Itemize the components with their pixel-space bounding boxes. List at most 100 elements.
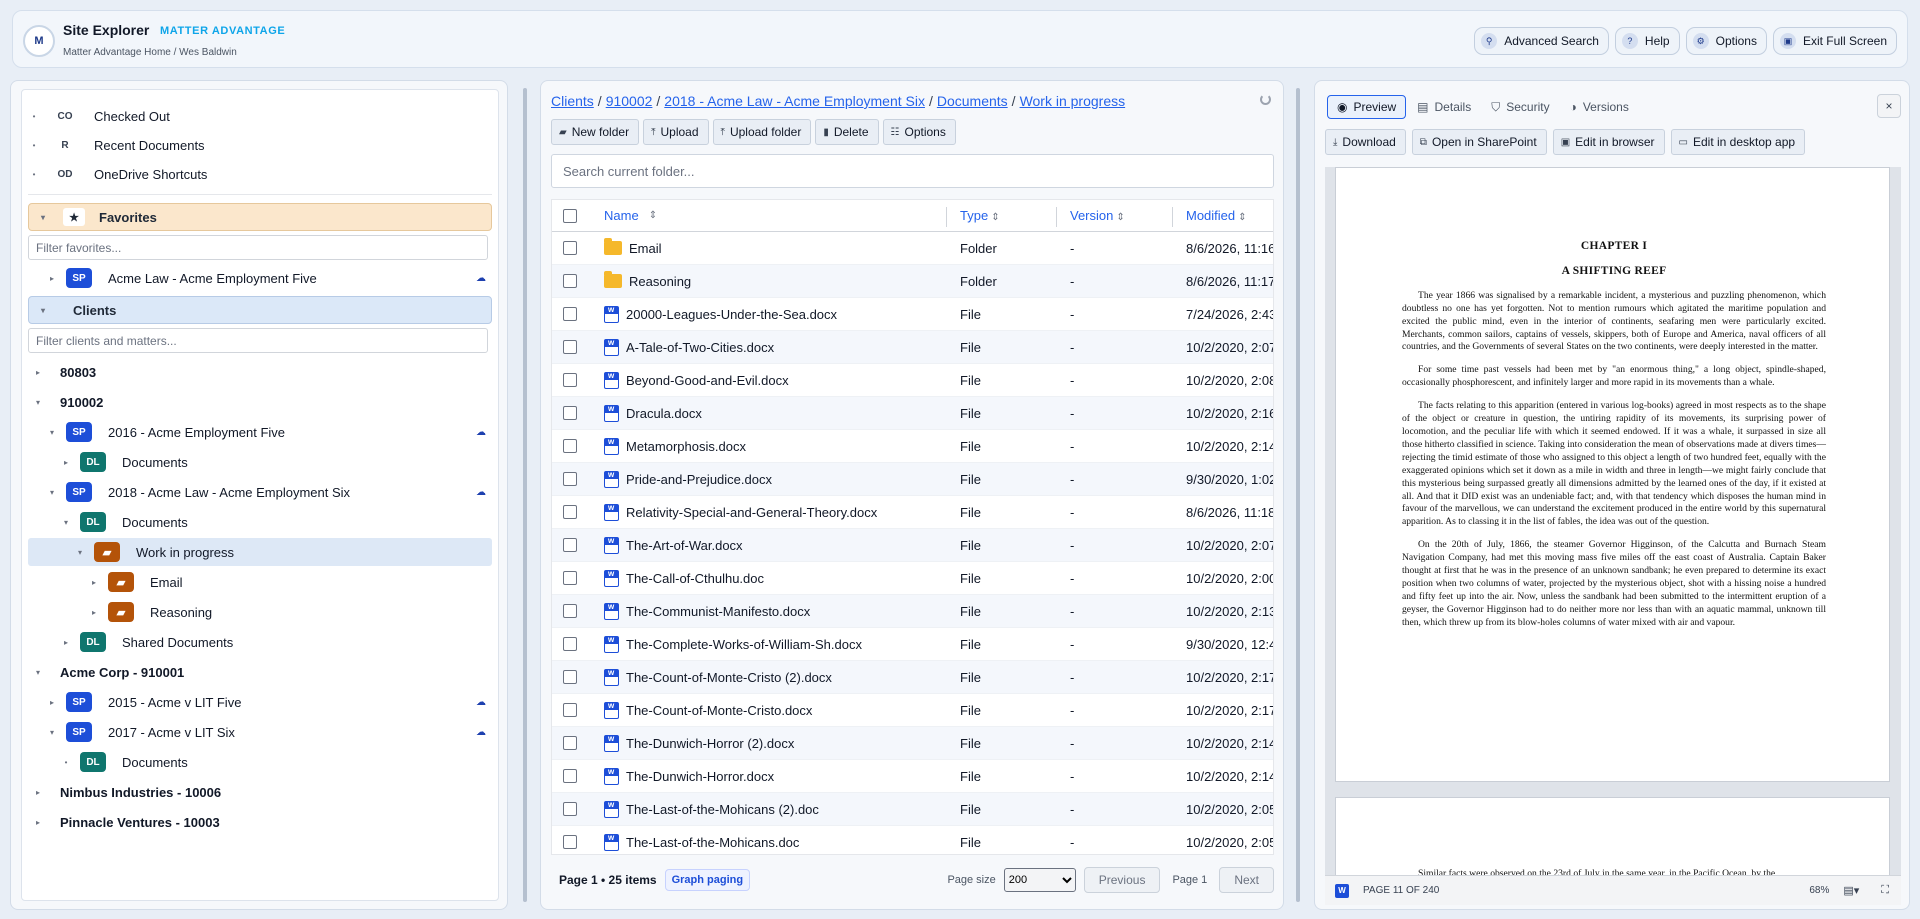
breadcrumb-link[interactable]: Work in progress	[1020, 93, 1126, 109]
breadcrumb-link[interactable]: Clients	[551, 93, 594, 109]
help-button[interactable]: ? Help	[1614, 27, 1680, 55]
tree-item-reasoning[interactable]: ▸ ▰ Reasoning	[28, 598, 492, 626]
edit-in-browser-button[interactable]: ▣ Edit in browser	[1552, 129, 1665, 155]
fullscreen-icon[interactable]: ⛶	[1881, 884, 1889, 897]
tree-item-pinnacle-ventures[interactable]: ▸ Pinnacle Ventures - 10003	[28, 808, 492, 836]
table-row[interactable]: Metamorphosis.docx File - 10/2/2020, 2:14:	[552, 430, 1273, 463]
zoom-level[interactable]: 68%	[1809, 885, 1829, 896]
table-row[interactable]: Reasoning Folder - 8/6/2026, 11:17:	[552, 265, 1273, 298]
quick-item-onedrive-shortcuts[interactable]: • OD OneDrive Shortcuts	[28, 160, 492, 188]
file-name-cell[interactable]: The-Last-of-the-Mohicans.doc	[604, 833, 799, 851]
file-name-cell[interactable]: Beyond-Good-and-Evil.docx	[604, 371, 789, 389]
row-checkbox[interactable]	[563, 802, 577, 816]
previous-button[interactable]: Previous	[1083, 867, 1161, 893]
left-resize-handle[interactable]	[523, 88, 527, 902]
close-preview-button[interactable]: ×	[1877, 94, 1901, 118]
column-name-header[interactable]: Name ⇕	[604, 208, 657, 223]
right-resize-handle[interactable]	[1296, 88, 1300, 902]
tree-item-2018-acme-law-employment-six[interactable]: ▾ SP 2018 - Acme Law - Acme Employment Six…	[28, 478, 492, 506]
upload-button[interactable]: ⤒ Upload	[643, 119, 709, 145]
tree-item-910002[interactable]: ▾ 910002	[28, 388, 492, 416]
tree-item-acme-corp[interactable]: ▾ Acme Corp - 910001	[28, 658, 492, 686]
table-row[interactable]: The-Dunwich-Horror (2).docx File - 10/2/202…	[552, 727, 1273, 760]
tree-item-2017-acme-v-lit-six[interactable]: ▾ SP 2017 - Acme v LIT Six ☁	[28, 718, 492, 746]
advanced-search-button[interactable]: ⚲ Advanced Search	[1474, 27, 1609, 55]
row-checkbox[interactable]	[563, 670, 577, 684]
filter-favorites-input[interactable]	[28, 235, 488, 260]
table-row[interactable]: Dracula.docx File - 10/2/2020, 2:16:	[552, 397, 1273, 430]
table-row[interactable]: Email Folder - 8/6/2026, 11:16:	[552, 232, 1273, 265]
file-name-cell[interactable]: 20000-Leagues-Under-the-Sea.docx	[604, 305, 837, 323]
tree-item-documents[interactable]: ▾ DL Documents	[28, 508, 492, 536]
graph-paging-badge[interactable]: Graph paging	[664, 869, 751, 891]
file-name-cell[interactable]: Dracula.docx	[604, 404, 702, 422]
row-checkbox[interactable]	[563, 835, 577, 849]
file-name-cell[interactable]: A-Tale-of-Two-Cities.docx	[604, 338, 774, 356]
file-name-cell[interactable]: Relativity-Special-and-General-Theory.do…	[604, 503, 877, 521]
table-row[interactable]: Pride-and-Prejudice.docx File - 9/30/2020, …	[552, 463, 1273, 496]
file-name-cell[interactable]: Reasoning	[604, 271, 691, 289]
search-folder-input[interactable]	[551, 154, 1274, 188]
row-checkbox[interactable]	[563, 406, 577, 420]
table-row[interactable]: The-Communist-Manifesto.docx File - 10/2/20…	[552, 595, 1273, 628]
table-row[interactable]: The-Last-of-the-Mohicans.doc File - 10/2/20…	[552, 826, 1273, 854]
column-resizer[interactable]	[946, 207, 947, 227]
column-type-header[interactable]: Type ⇕	[960, 208, 1000, 223]
file-name-cell[interactable]: The-Call-of-Cthulhu.doc	[604, 569, 764, 587]
table-row[interactable]: A-Tale-of-Two-Cities.docx File - 10/2/2020,…	[552, 331, 1273, 364]
row-checkbox[interactable]	[563, 439, 577, 453]
table-row[interactable]: The-Call-of-Cthulhu.doc File - 10/2/2020, 2…	[552, 562, 1273, 595]
row-checkbox[interactable]	[563, 307, 577, 321]
options-button[interactable]: ☷ Options	[882, 119, 956, 145]
row-checkbox[interactable]	[563, 703, 577, 717]
row-checkbox[interactable]	[563, 274, 577, 288]
tree-item-documents[interactable]: ▸ DL Documents	[28, 448, 492, 476]
filter-clients-input[interactable]	[28, 328, 488, 353]
quick-item-recent-documents[interactable]: • R Recent Documents	[28, 131, 492, 159]
options-button[interactable]: ⚙ Options	[1685, 27, 1767, 55]
file-name-cell[interactable]: The-Dunwich-Horror (2).docx	[604, 734, 794, 752]
new-folder-button[interactable]: ▰ New folder	[551, 119, 640, 145]
row-checkbox[interactable]	[563, 571, 577, 585]
exit-fullscreen-button[interactable]: ▣ Exit Full Screen	[1772, 27, 1897, 55]
file-name-cell[interactable]: The-Last-of-the-Mohicans (2).doc	[604, 800, 819, 818]
tree-item-2016-acme-employment-five[interactable]: ▾ SP 2016 - Acme Employment Five ☁	[28, 418, 492, 446]
page-size-select[interactable]: 200	[1003, 868, 1076, 892]
tab-versions[interactable]: ◑ Versions	[1561, 95, 1638, 119]
file-name-cell[interactable]: The-Dunwich-Horror.docx	[604, 767, 774, 785]
file-name-cell[interactable]: The-Complete-Works-of-William-Sh.docx	[604, 635, 862, 653]
row-checkbox[interactable]	[563, 736, 577, 750]
table-row[interactable]: The-Dunwich-Horror.docx File - 10/2/2020, 2…	[552, 760, 1273, 793]
tree-item-80803[interactable]: ▸ 80803	[28, 358, 492, 386]
row-checkbox[interactable]	[563, 340, 577, 354]
favorites-header[interactable]: ▾ ★ Favorites	[28, 203, 492, 231]
file-name-cell[interactable]: The-Art-of-War.docx	[604, 536, 743, 554]
row-checkbox[interactable]	[563, 373, 577, 387]
edit-in-desktop-button[interactable]: ▭ Edit in desktop app	[1670, 129, 1806, 155]
tree-item-shared-documents[interactable]: ▸ DL Shared Documents	[28, 628, 492, 656]
column-version-header[interactable]: Version ⇕	[1070, 208, 1125, 223]
download-button[interactable]: ⤓ Download	[1325, 129, 1406, 155]
row-checkbox[interactable]	[563, 604, 577, 618]
tree-item-documents[interactable]: • DL Documents	[28, 748, 492, 776]
file-name-cell[interactable]: The-Communist-Manifesto.docx	[604, 602, 810, 620]
open-in-sharepoint-button[interactable]: ⧉ Open in SharePoint	[1411, 129, 1547, 155]
upload-folder-button[interactable]: ⤒ Upload folder	[712, 119, 812, 145]
file-name-cell[interactable]: The-Count-of-Monte-Cristo.docx	[604, 701, 812, 719]
select-all-checkbox[interactable]	[563, 208, 577, 223]
file-name-cell[interactable]: Email	[604, 238, 662, 256]
breadcrumb-link[interactable]: Documents	[937, 93, 1008, 109]
column-modified-header[interactable]: Modified ⇕	[1186, 208, 1247, 223]
table-row[interactable]: 20000-Leagues-Under-the-Sea.docx File - 7/2…	[552, 298, 1273, 331]
table-row[interactable]: The-Complete-Works-of-William-Sh.docx Fil…	[552, 628, 1273, 661]
table-row[interactable]: The-Count-of-Monte-Cristo.docx File - 10/2/…	[552, 694, 1273, 727]
table-row[interactable]: The-Art-of-War.docx File - 10/2/2020, 2:07:	[552, 529, 1273, 562]
row-checkbox[interactable]	[563, 538, 577, 552]
delete-button[interactable]: ▮ Delete	[815, 119, 879, 145]
file-name-cell[interactable]: Pride-and-Prejudice.docx	[604, 470, 772, 488]
tab-preview[interactable]: ◉ Preview	[1327, 95, 1407, 119]
row-checkbox[interactable]	[563, 472, 577, 486]
tree-item-2015-acme-v-lit-five[interactable]: ▸ SP 2015 - Acme v LIT Five ☁	[28, 688, 492, 716]
tree-item-nimbus-industries[interactable]: ▸ Nimbus Industries - 10006	[28, 778, 492, 806]
table-row[interactable]: Relativity-Special-and-General-Theory.do…	[552, 496, 1273, 529]
